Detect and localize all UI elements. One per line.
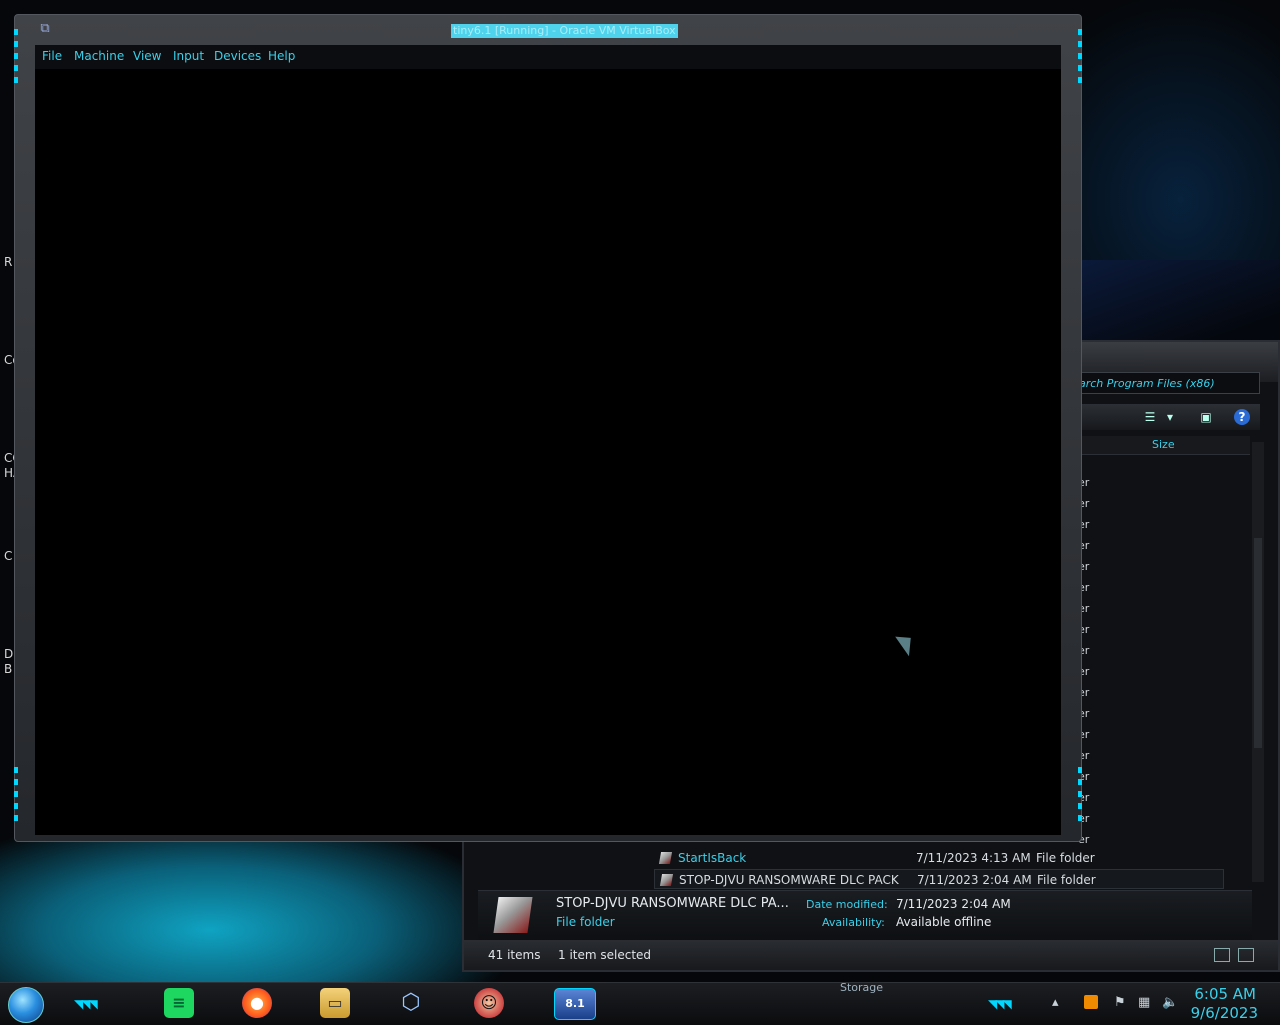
game-taskbar-button[interactable]: ☺ bbox=[474, 988, 504, 1018]
virtualbox-app-icon[interactable]: ⧉ bbox=[37, 21, 53, 37]
explorer-toolbar: ☰ ▾ ▣ ? bbox=[1074, 404, 1260, 430]
menu-view[interactable]: View bbox=[133, 49, 161, 63]
file-type: File folder bbox=[1036, 851, 1095, 865]
vertical-scrollbar[interactable] bbox=[1252, 442, 1264, 882]
availability-value: Available offline bbox=[896, 915, 992, 929]
network-icon[interactable]: ▦ bbox=[1138, 995, 1150, 1010]
details-file-name: STOP-DJVU RANSOMWARE DLC PA... bbox=[556, 896, 789, 911]
item-count: 41 items bbox=[488, 948, 541, 962]
file-date: 7/11/2023 4:13 AM bbox=[916, 851, 1031, 865]
desktop-icon-label[interactable]: C bbox=[4, 549, 12, 563]
spotify-taskbar-button[interactable]: ≡ bbox=[164, 988, 194, 1018]
column-header: Size bbox=[1074, 436, 1250, 455]
menu-input[interactable]: Input bbox=[173, 49, 204, 63]
date-modified-label: Date modified: bbox=[806, 898, 888, 911]
flag-icon[interactable]: ⚑ bbox=[1114, 995, 1126, 1010]
desktop-icon-label[interactable]: D bbox=[4, 647, 13, 661]
column-size-header[interactable]: Size bbox=[1152, 438, 1175, 451]
virtualbox-window[interactable]: ⧉ tiny6.1 [Running] - Oracle VM VirtualB… bbox=[14, 14, 1082, 842]
menu-devices[interactable]: Devices bbox=[214, 49, 261, 63]
selection-count: 1 item selected bbox=[558, 948, 652, 962]
vm-display[interactable] bbox=[35, 69, 1061, 835]
file-type: File folder bbox=[1037, 873, 1096, 887]
wallpaper-figure bbox=[1080, 260, 1280, 350]
status-bar: 41 items 1 item selected bbox=[464, 940, 1278, 970]
chevron-down-icon[interactable]: ▾ bbox=[1162, 409, 1178, 425]
details-file-kind: File folder bbox=[556, 915, 615, 929]
mouse-cursor-icon bbox=[895, 629, 919, 657]
frame-accent bbox=[1078, 29, 1082, 89]
taskbar-hidden-label: Storage bbox=[840, 981, 884, 994]
details-pane: STOP-DJVU RANSOMWARE DLC PA... File fold… bbox=[478, 890, 1252, 941]
tray-app-icon[interactable] bbox=[1084, 995, 1098, 1009]
large-icons-view-icon[interactable] bbox=[1238, 948, 1254, 962]
folder-icon bbox=[659, 874, 674, 886]
file-name: STOP-DJVU RANSOMWARE DLC PACK bbox=[679, 873, 899, 887]
menu-file[interactable]: File bbox=[42, 49, 62, 63]
clock-date[interactable]: 9/6/2023 bbox=[1191, 1004, 1258, 1022]
menu-machine[interactable]: Machine bbox=[74, 49, 124, 63]
desktop-icon-label[interactable]: R bbox=[4, 255, 12, 269]
folder-thumbnail-icon bbox=[493, 897, 533, 933]
file-name: StartIsBack bbox=[678, 851, 747, 865]
taskbar: Storage ◥◥◥ ◥◥◥ ≡ ● ▭ ⬡ ☺ 8.1 ▴ ⚑ ▦ 🔈 6:… bbox=[0, 981, 1280, 1025]
details-view-icon[interactable] bbox=[1214, 948, 1230, 962]
search-placeholder: arch Program Files (x86) bbox=[1079, 377, 1215, 390]
table-row[interactable]: STOP-DJVU RANSOMWARE DLC PACK 7/11/2023 … bbox=[654, 869, 1224, 889]
tray-overflow-icon[interactable]: ▴ bbox=[1052, 995, 1059, 1010]
volume-icon[interactable]: 🔈 bbox=[1162, 995, 1178, 1010]
date-modified-value: 7/11/2023 2:04 AM bbox=[896, 897, 1011, 911]
preview-pane-icon[interactable]: ▣ bbox=[1198, 409, 1214, 425]
decoration-icon: ◥◥◥ bbox=[988, 997, 1012, 1011]
menu-help[interactable]: Help bbox=[268, 49, 295, 63]
start-button[interactable] bbox=[8, 987, 44, 1023]
decoration-icon: ◥◥◥ bbox=[74, 997, 98, 1011]
desktop-icon-label[interactable]: B bbox=[4, 662, 12, 676]
firefox-taskbar-button[interactable]: ● bbox=[242, 988, 272, 1018]
window-title: tiny6.1 [Running] - Oracle VM VirtualBox bbox=[451, 24, 678, 38]
file-explorer-taskbar-button[interactable]: ▭ bbox=[320, 988, 350, 1018]
table-row[interactable]: StartIsBack 7/11/2023 4:13 AM File folde… bbox=[654, 848, 1224, 868]
availability-label: Availability: bbox=[822, 916, 885, 929]
frame-accent bbox=[14, 767, 18, 827]
virtualbox-taskbar-button[interactable]: ⬡ bbox=[396, 988, 426, 1018]
eight-point-one-taskbar-button[interactable]: 8.1 bbox=[554, 988, 596, 1020]
scrollbar-thumb[interactable] bbox=[1254, 538, 1262, 748]
search-input[interactable]: arch Program Files (x86) bbox=[1074, 372, 1260, 394]
menu-bar: File Machine View Input Devices Help bbox=[35, 45, 1061, 69]
eight-label: 8.1 bbox=[565, 997, 585, 1010]
help-icon[interactable]: ? bbox=[1234, 409, 1250, 425]
folder-icon bbox=[658, 852, 673, 864]
frame-accent bbox=[1078, 767, 1082, 827]
view-options-icon[interactable]: ☰ bbox=[1142, 409, 1158, 425]
file-date: 7/11/2023 2:04 AM bbox=[917, 873, 1032, 887]
frame-accent bbox=[14, 29, 18, 89]
clock-time[interactable]: 6:05 AM bbox=[1194, 985, 1256, 1003]
